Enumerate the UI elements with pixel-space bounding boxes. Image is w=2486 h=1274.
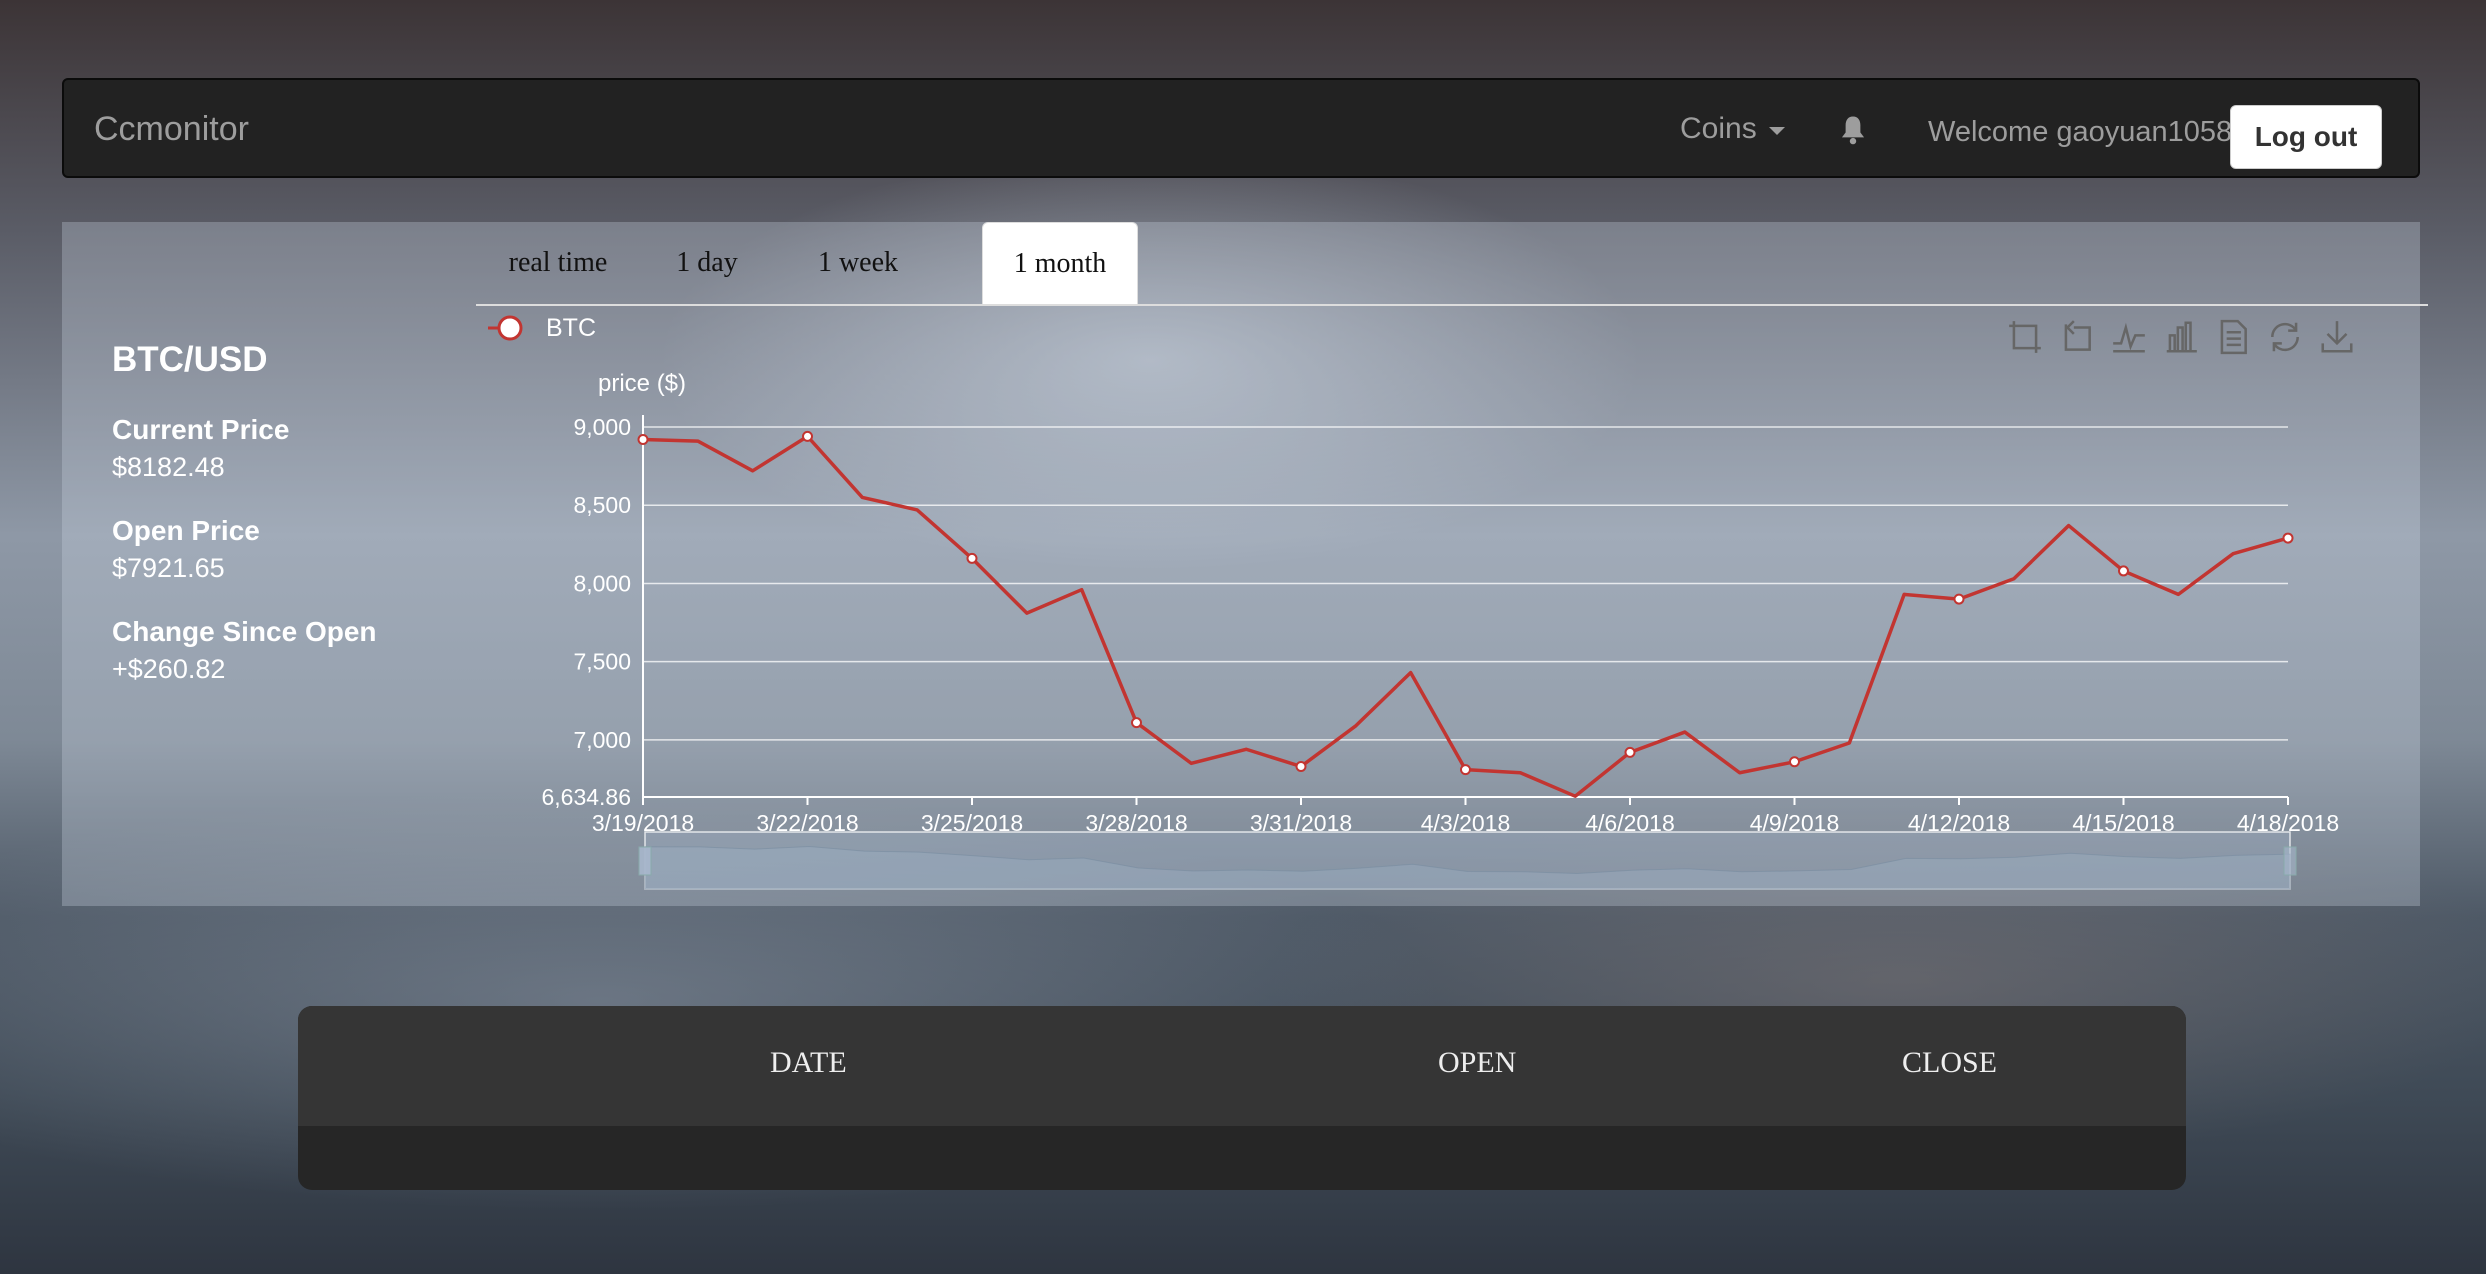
data-point xyxy=(966,552,978,564)
y-axis-label: price ($) xyxy=(598,370,687,397)
save-image-icon[interactable] xyxy=(2318,318,2356,356)
zoom-handle-right[interactable] xyxy=(2283,846,2297,876)
zoom-reset-icon[interactable] xyxy=(2058,318,2096,356)
data-point xyxy=(2118,565,2129,577)
column-header-open[interactable]: OPEN xyxy=(1438,1046,1516,1080)
y-tick-label: 8,000 xyxy=(573,570,631,596)
y-tick-label: 6,634.86 xyxy=(541,784,631,810)
line-chart-icon[interactable] xyxy=(2110,318,2148,356)
y-tick-label: 7,500 xyxy=(573,649,631,675)
column-header-close[interactable]: CLOSE xyxy=(1902,1046,1997,1080)
column-header-date[interactable]: DATE xyxy=(770,1046,847,1080)
data-point xyxy=(2282,532,2294,544)
data-point xyxy=(1460,764,1471,776)
data-view-icon[interactable] xyxy=(2214,318,2252,356)
y-tick-label: 7,000 xyxy=(573,727,631,753)
y-tick-label: 8,500 xyxy=(573,492,631,518)
data-point xyxy=(1789,756,1800,768)
navbar: Ccmonitor Coins Welcome gaoyuan1058 Log … xyxy=(62,78,2420,178)
welcome-text: Welcome gaoyuan1058 xyxy=(1928,116,2233,148)
coins-label: Coins xyxy=(1680,112,1757,145)
chart-panel: BTC/USD Current Price $8182.48 Open Pric… xyxy=(62,222,2428,906)
restore-icon[interactable] xyxy=(2266,318,2304,356)
coins-dropdown[interactable]: Coins xyxy=(1680,112,1785,146)
data-point xyxy=(1624,746,1636,758)
data-point xyxy=(1953,593,1965,605)
y-tick-label: 9,000 xyxy=(573,414,631,440)
data-point xyxy=(1131,717,1142,729)
data-point xyxy=(1295,760,1307,772)
chart-toolbox xyxy=(2006,318,2356,356)
legend-marker-btc xyxy=(497,315,523,341)
price-table: DATE OPEN CLOSE xyxy=(298,1006,2186,1190)
data-point xyxy=(802,430,813,442)
chevron-down-icon xyxy=(1768,127,1785,135)
bell-icon[interactable] xyxy=(1838,114,1868,146)
bar-chart-icon[interactable] xyxy=(2162,318,2200,356)
zoom-icon[interactable] xyxy=(2006,318,2044,356)
legend-label-btc[interactable]: BTC xyxy=(546,314,596,343)
table-header: DATE OPEN CLOSE xyxy=(298,1006,2186,1126)
zoom-handle-left[interactable] xyxy=(638,846,652,876)
series-line-btc xyxy=(642,434,2289,798)
brand-logo[interactable]: Ccmonitor xyxy=(94,110,249,149)
data-point xyxy=(637,434,649,446)
logout-button[interactable]: Log out xyxy=(2230,105,2382,169)
